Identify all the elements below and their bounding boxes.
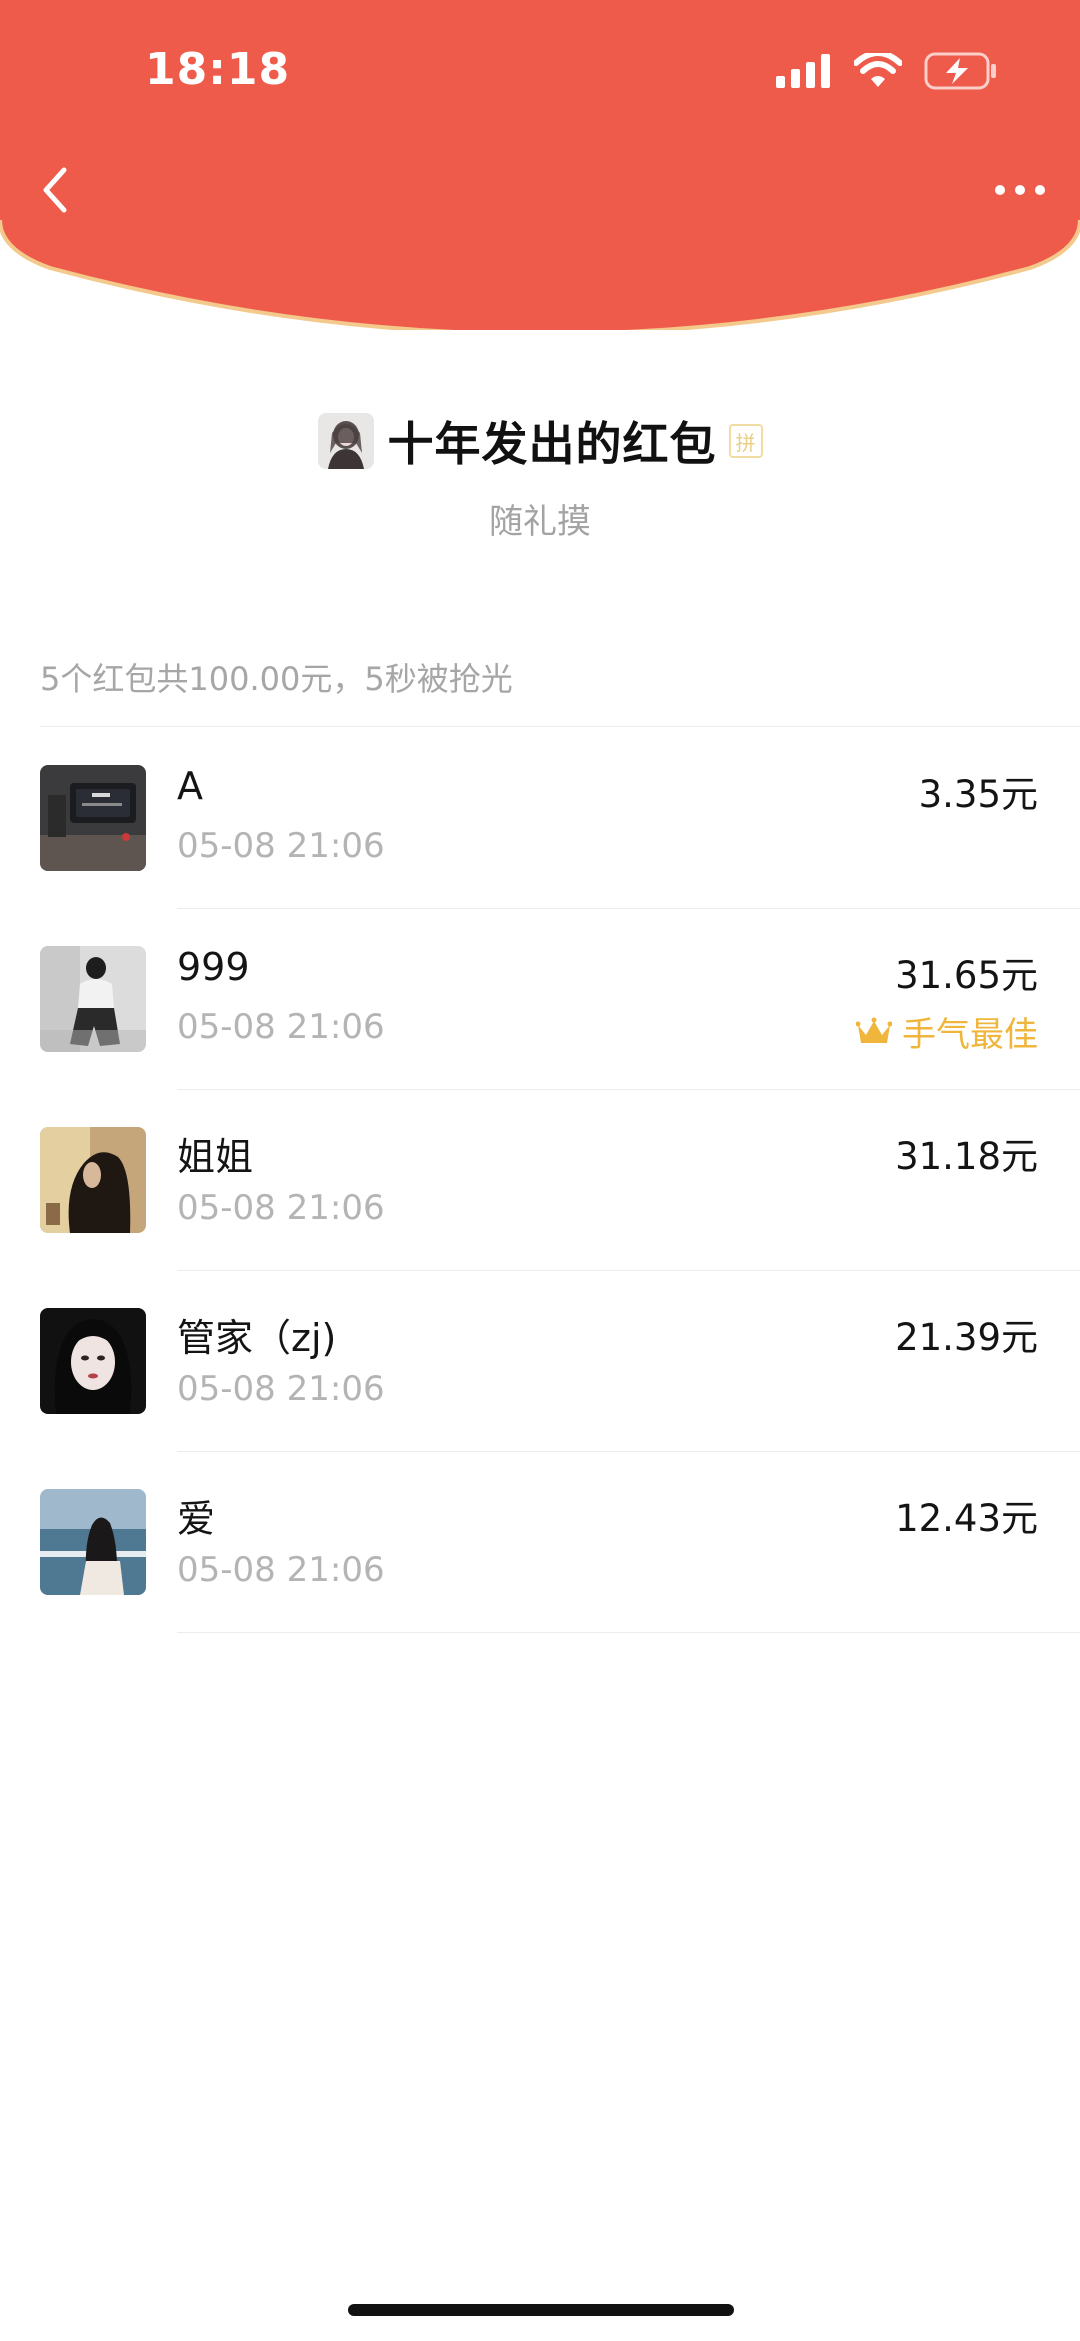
more-dots-icon: [995, 185, 1045, 195]
list-item[interactable]: A 05-08 21:06 3.35元: [0, 728, 1080, 909]
best-luck-badge: 手气最佳: [856, 1007, 1038, 1056]
recipient-name: A: [177, 764, 203, 808]
status-icons: [776, 52, 998, 90]
recipient-amount: 31.18元: [895, 1135, 1038, 1178]
recipient-amount: 21.39元: [895, 1316, 1038, 1359]
recipient-amount: 3.35元: [918, 773, 1038, 816]
best-luck-label: 手气最佳: [902, 1015, 1038, 1055]
more-button[interactable]: [990, 170, 1050, 210]
recipient-time: 05-08 21:06: [177, 1550, 385, 1590]
list-item[interactable]: 999 05-08 21:06 31.65元 手气最佳: [0, 909, 1080, 1090]
avatar[interactable]: [40, 765, 146, 871]
recipient-name: 管家（zj): [177, 1316, 337, 1360]
avatar[interactable]: [40, 1127, 146, 1233]
recipient-amount: 31.65元: [895, 954, 1038, 997]
divider: [177, 1632, 1080, 1633]
home-indicator[interactable]: [348, 2304, 734, 2316]
status-time: 18:18: [145, 44, 291, 95]
recipient-time: 05-08 21:06: [177, 1369, 385, 1409]
recipient-amount: 12.43元: [895, 1497, 1038, 1540]
list-item[interactable]: 管家（zj) 05-08 21:06 21.39元: [0, 1271, 1080, 1452]
divider: [40, 726, 1080, 727]
avatar[interactable]: [40, 1308, 146, 1414]
list-item[interactable]: 爱 05-08 21:06 12.43元: [0, 1452, 1080, 1633]
battery-charging-icon: [924, 52, 998, 90]
packet-summary: 5个红包共100.00元，5秒被抢光: [40, 660, 513, 698]
back-button[interactable]: [32, 160, 84, 220]
packet-subtitle: 随礼摸: [489, 502, 591, 542]
packet-title: 十年发出的红包: [387, 417, 717, 471]
chevron-left-icon: [43, 167, 67, 213]
recipient-list: A 05-08 21:06 3.35元 999 05-08 21:06 31.6…: [0, 728, 1080, 1633]
pin-badge: 拼: [728, 424, 763, 458]
recipient-name: 爱: [177, 1497, 216, 1541]
signal-icon: [776, 54, 832, 88]
recipient-name: 姐姐: [177, 1135, 254, 1179]
list-item[interactable]: 姐姐 05-08 21:06 31.18元: [0, 1090, 1080, 1271]
avatar[interactable]: [40, 1489, 146, 1595]
avatar[interactable]: [40, 946, 146, 1052]
wifi-icon: [854, 53, 902, 89]
sender-avatar[interactable]: [317, 413, 374, 469]
recipient-time: 05-08 21:06: [177, 826, 385, 866]
recipient-name: 999: [177, 945, 250, 989]
packet-title-row: 十年发出的红包 拼: [0, 408, 1080, 474]
header: 18:18: [0, 0, 1080, 330]
crown-icon: [856, 1017, 892, 1043]
recipient-time: 05-08 21:06: [177, 1188, 385, 1228]
recipient-time: 05-08 21:06: [177, 1007, 385, 1047]
